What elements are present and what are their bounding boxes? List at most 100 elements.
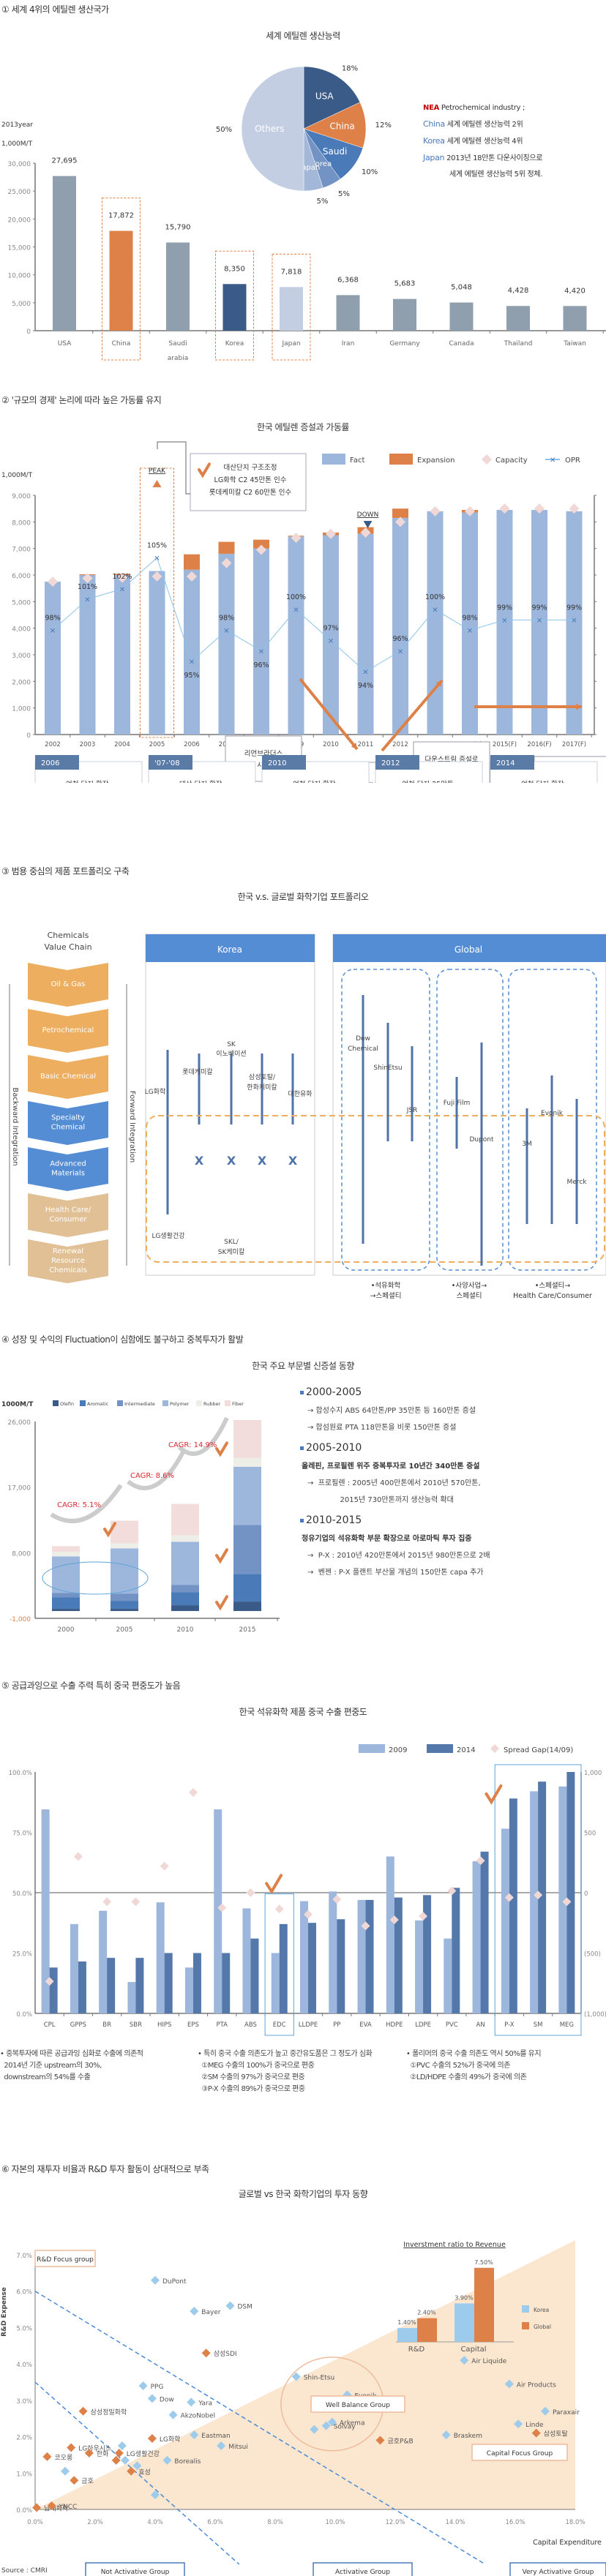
bar-segment-olefin [171,1605,199,1612]
scatter-point-label: Bayer [201,2309,221,2316]
nea-line-text: 2013년 18만톤 다운사이징으로 [444,154,543,162]
x-tick-label: 2010 [323,741,339,748]
x-tick-label: 2004 [114,741,130,748]
cagr-label: CAGR: 14.9% [168,1441,217,1449]
y-tick-label: 0 [26,328,31,336]
note-block: 2005-2010 올레핀, 프로필렌 위주 중복투자로 10년간 340만톤 증… [300,1442,600,1504]
bar-2009 [472,1861,481,2013]
china-export-chart: 2009 2014 Spread Gap(14/09) 0.0% 25.0% 50.0% 7… [9,1744,606,2036]
korea-company-label: 롯데케미칼 [182,1068,212,1076]
bar-expansion [392,508,408,518]
y-tick-label: 1.0% [16,2471,32,2478]
opr-marker-icon: ✕ [293,607,299,615]
bar-2009 [300,1901,308,2013]
x-tick-label: 2012 [392,741,408,748]
opr-marker-icon: ✕ [501,617,507,625]
bar-2014 [222,1953,231,2013]
y-tick-label: 3.0% [16,2398,32,2406]
legend-swatch [53,1400,59,1406]
bar-segment-rubber [52,1552,80,1557]
nea-last-line: 세계 에틸렌 생산능력 5위 정체. [449,170,543,179]
global-company-label: Merck [567,1179,588,1186]
y-tick-label: 9,000 [12,493,31,500]
spread-gap-marker [246,1888,255,1897]
scatter-point-label: DSM [238,2304,252,2311]
section-5-title: ⑤ 공급과잉으로 수출 주력 특히 중국 편중도가 높음 [1,1681,181,1691]
bar-value-label: 7,818 [281,268,302,276]
note-item: → P-X : 2010년 420만톤에서 2015년 980만톤으로 2배 [307,1552,490,1560]
bar-usa [53,176,76,331]
scatter-point-label: Borealis [174,2458,201,2466]
bar-china [109,230,133,331]
y-tick-label: 6.0% [16,2289,32,2297]
section-2-title: ② '규모의 경제' 논리에 따라 높은 가동률 유지 [1,395,162,405]
x-tick-label: MEG [560,2021,574,2029]
bullet-icon [300,1390,304,1394]
legend-label: 2009 [389,1746,407,1754]
activative-group-box-label: Activative Group [335,2569,390,2576]
y-tick-label: 8,000 [12,519,31,527]
korea-company-label: 이노베이션 [216,1050,246,1058]
cagr-arc [127,1451,185,1490]
note-item: → 벤젠 : P-X 플랜트 부산물 개념의 150만톤 capa 추가 [307,1569,484,1577]
y-tick-label: 4,000 [12,626,31,634]
global-company-label: Fuji Film [444,1100,471,1107]
checkmark-icon [215,1595,228,1611]
legend-label: Fiber [232,1401,244,1407]
opr-marker-icon: ✕ [328,638,334,646]
legend-swatch [80,1400,86,1406]
korea-company-label: LG생활건강 [152,1231,184,1240]
x-tick-label: 6.0% [207,2519,223,2526]
bar-fact [392,517,408,735]
scatter-title: 글로벌 vs 한국 화학기업의 투자 동향 [238,2189,368,2199]
opr-marker-icon: ✕ [119,586,125,594]
well-balance-group-box-label: Well Balance Group [326,2402,390,2409]
scatter-point-label: PPG [151,2384,164,2391]
y-tick-label: 8,000 [12,1550,31,1558]
inset-bar-label: 2.40% [417,2310,436,2316]
opr-label: 102% [112,573,132,581]
note-item: 2015년 730만톤까지 생산능력 확대 [307,1496,454,1504]
scatter-point-global [138,2381,148,2390]
global-group-caption: •스페셜티→ [535,1282,571,1290]
bar-2014 [164,1953,173,2013]
global-company-label: Evonik [541,1110,564,1117]
x-tick-label: LDPE [415,2021,431,2029]
legend-swatch-fact [322,454,345,465]
y-tick-label: 5,000 [12,599,31,607]
nea-line-text: 세계 에틸렌 생산능력 4위 [444,138,523,146]
opr-label: 96% [253,661,269,669]
timeline-text: 여천 단지 25만톤, [402,780,456,783]
value-chain-title: Value Chain [44,942,91,952]
value-chain-label: Chemical [51,1124,85,1132]
bar-value-label: 4,420 [564,287,586,295]
y-axis-label: R&D Expense [1,2287,8,2337]
y-tick-label: 25.0% [12,1951,32,1959]
legend-label: Fact [350,457,364,465]
opr-marker-icon: ✕ [189,658,195,666]
bar-2009 [99,1910,108,2013]
opr-label: 94% [358,682,373,690]
bar-2014 [394,1897,403,2013]
x-tick-label: Korea [225,340,244,348]
scatter-point-global [190,2307,199,2316]
y-tick-label: 0.0% [16,2011,32,2019]
x-tick-label: BR [102,2021,111,2029]
x-tick-label: 16.0% [505,2519,525,2526]
y-tick-label: 17,000 [8,1485,31,1492]
global-company-label: JSR [406,1107,418,1114]
bar-expansion [184,554,200,570]
global-group-caption: 스페셜티 [457,1292,482,1300]
scatter-point-label: Mitsui [228,2444,248,2451]
bar-2014 [509,1798,517,2013]
value-chain-label: Chemicals [49,1266,87,1274]
checkmark-icon [265,1874,283,1895]
x-tick-label: 2005 [116,1626,133,1634]
bar-fact [323,535,339,735]
peak-label: PEAK [149,467,166,475]
global-group-caption: •석유화학 [371,1282,401,1290]
y-tick-label: 7,000 [12,547,31,554]
scatter-point-global [147,2394,157,2403]
x-tick-label: USA [58,340,72,348]
korea-new-capacity-chart: 1000M/T Olefin Aromatic Intermediate Polymer… [1,1400,280,1634]
